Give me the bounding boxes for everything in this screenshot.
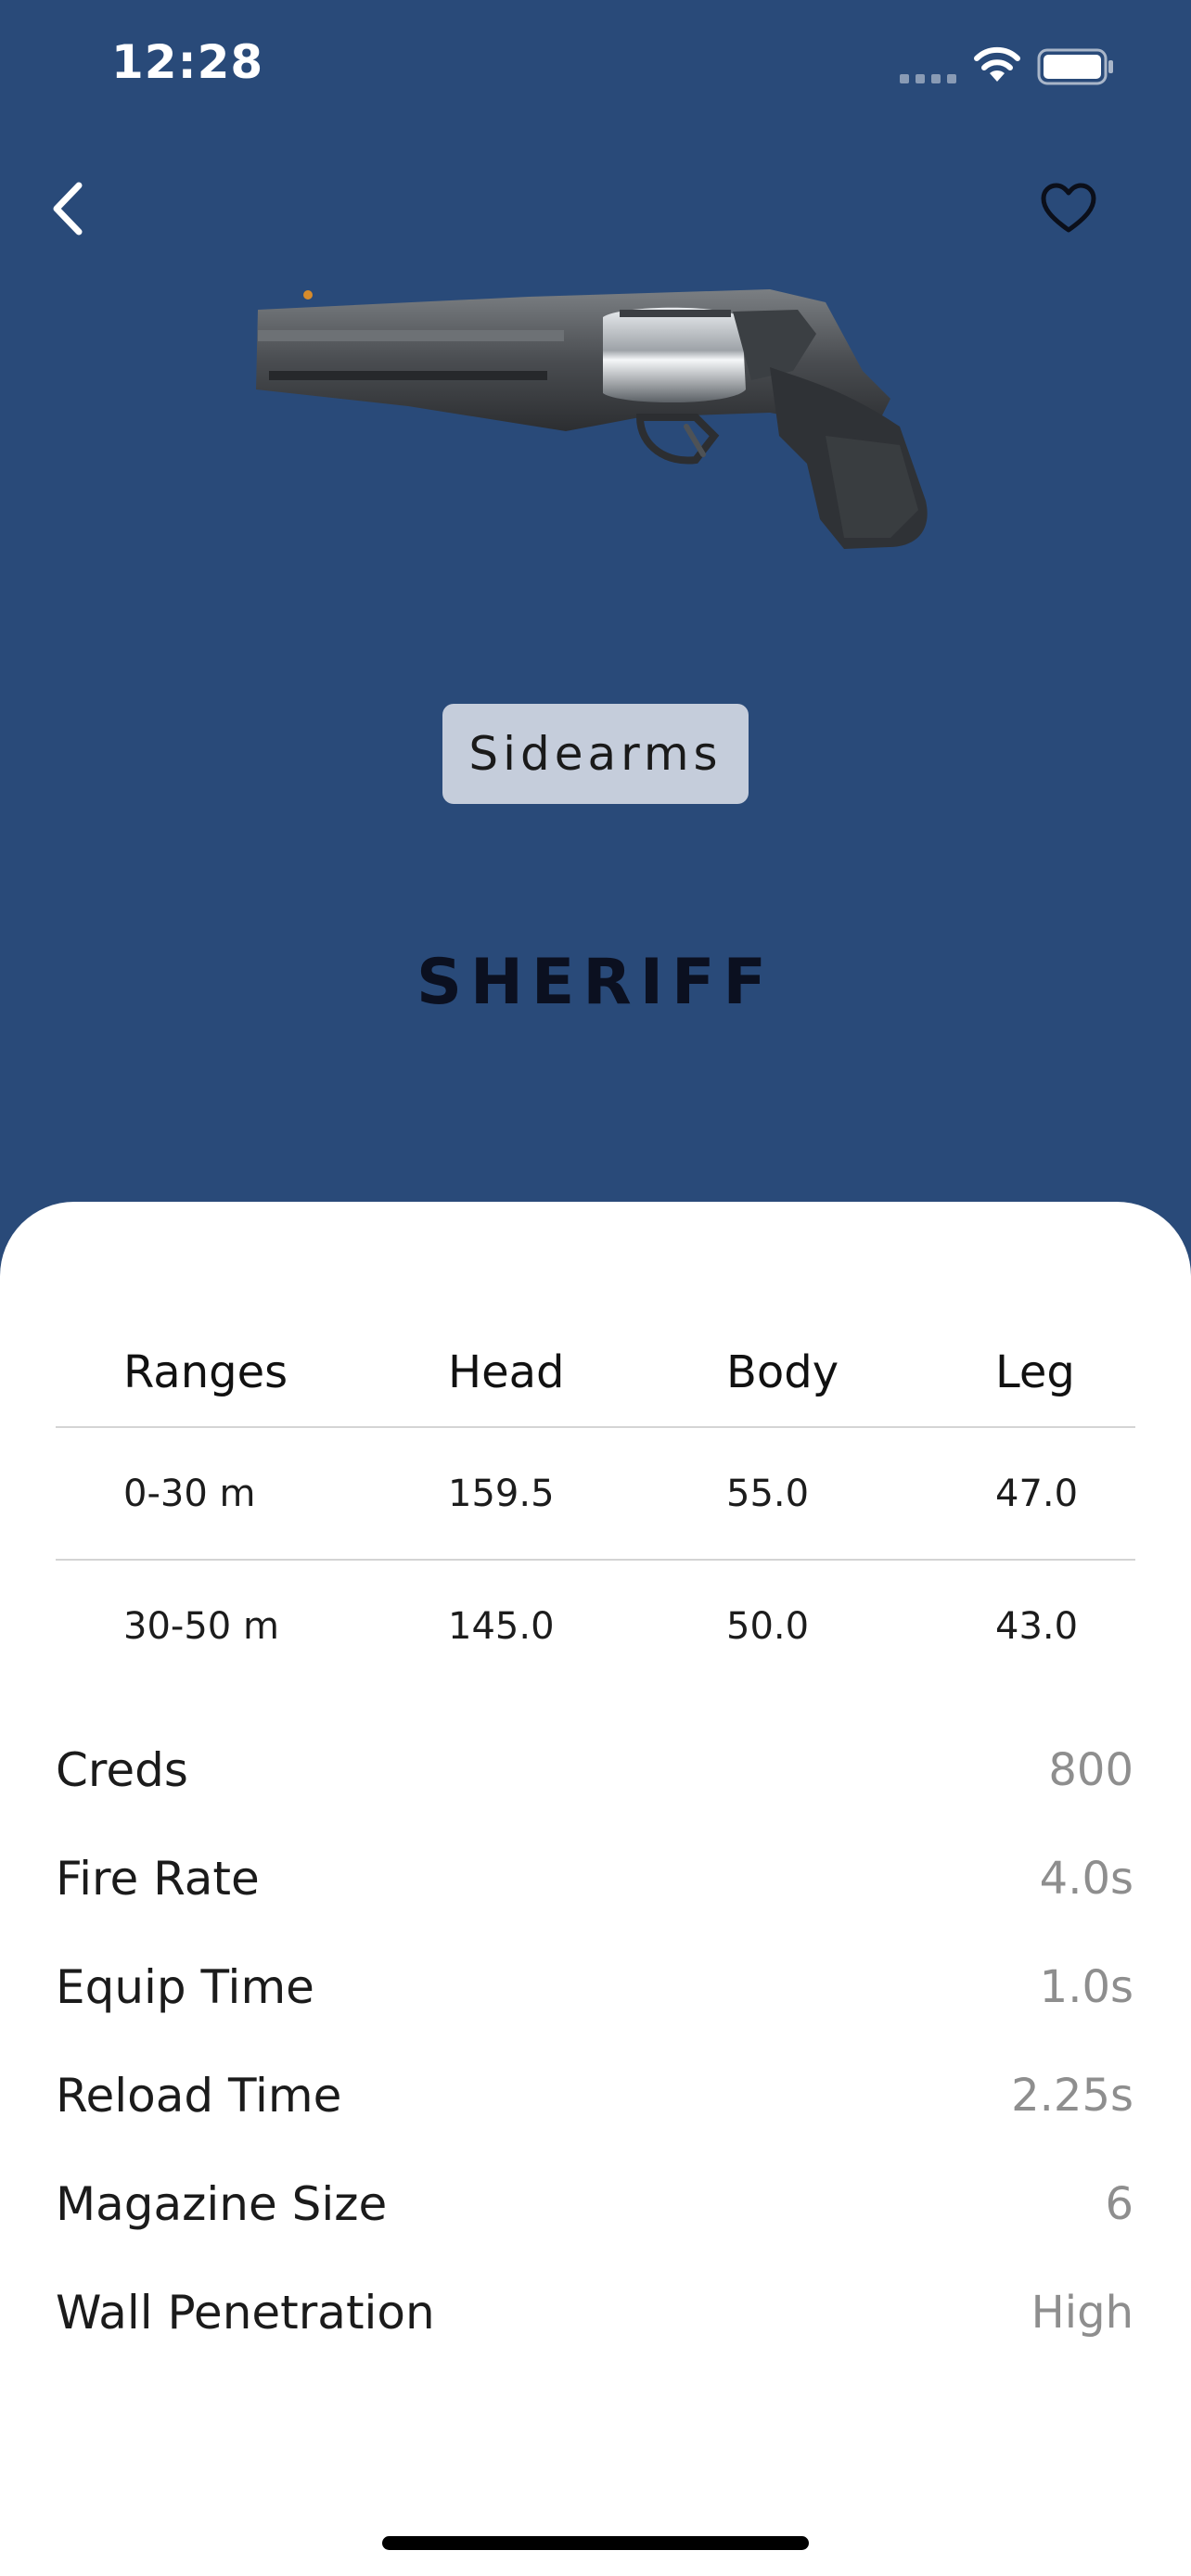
damage-table-header: Ranges Head Body Leg — [56, 1298, 1135, 1428]
range-cell: 30-50 m — [123, 1605, 279, 1648]
leg-damage-cell: 43.0 — [995, 1605, 1079, 1648]
weapon-hero: 12:28 Sidearms SHERIFF — [0, 0, 1191, 1298]
stat-value: 6 — [1105, 2177, 1133, 2230]
body-damage-cell: 55.0 — [726, 1473, 810, 1515]
stat-value: 2.25s — [1011, 2069, 1133, 2122]
stat-value: 800 — [1048, 1743, 1133, 1796]
weapon-stats-list: Creds 800 Fire Rate 4.0s Equip Time 1.0s… — [56, 1715, 1133, 2366]
stat-label: Magazine Size — [56, 2176, 388, 2231]
stat-row-magazine-size: Magazine Size 6 — [56, 2149, 1133, 2258]
stat-value: 1.0s — [1039, 1960, 1133, 2013]
back-button[interactable] — [35, 176, 100, 241]
status-bar: 12:28 — [0, 0, 1191, 130]
battery-icon — [1037, 48, 1113, 85]
stat-row-creds: Creds 800 — [56, 1715, 1133, 1824]
stat-label: Reload Time — [56, 2068, 342, 2123]
home-indicator[interactable] — [382, 2536, 809, 2550]
stat-label: Fire Rate — [56, 1851, 260, 1906]
range-cell: 0-30 m — [123, 1473, 256, 1515]
stat-value: 4.0s — [1039, 1852, 1133, 1905]
leg-damage-cell: 47.0 — [995, 1473, 1079, 1515]
damage-table: Ranges Head Body Leg 0-30 m 159.5 55.0 4… — [56, 1298, 1135, 1693]
status-time: 12:28 — [111, 35, 264, 89]
header-leg: Leg — [995, 1346, 1075, 1398]
table-row: 0-30 m 159.5 55.0 47.0 — [56, 1428, 1135, 1561]
chevron-left-icon — [53, 182, 83, 236]
stat-row-equip-time: Equip Time 1.0s — [56, 1932, 1133, 2041]
head-damage-cell: 145.0 — [448, 1605, 555, 1648]
weapon-name-title: SHERIFF — [416, 946, 775, 1019]
stat-label: Equip Time — [56, 1959, 314, 2014]
header-head: Head — [448, 1346, 565, 1398]
wifi-icon — [974, 46, 1020, 82]
stat-value: High — [1031, 2286, 1133, 2339]
weapon-category-chip: Sidearms — [442, 704, 749, 804]
table-row: 30-50 m 145.0 50.0 43.0 — [56, 1561, 1135, 1693]
stat-row-reload-time: Reload Time 2.25s — [56, 2041, 1133, 2149]
heart-outline-icon — [1041, 183, 1096, 233]
body-damage-cell: 50.0 — [726, 1605, 810, 1648]
stat-row-fire-rate: Fire Rate 4.0s — [56, 1824, 1133, 1932]
header-ranges: Ranges — [123, 1346, 288, 1398]
weapon-details-sheet: Ranges Head Body Leg 0-30 m 159.5 55.0 4… — [0, 1202, 1191, 2576]
sheriff-revolver-image — [256, 289, 928, 549]
head-damage-cell: 159.5 — [448, 1473, 555, 1515]
stat-label: Creds — [56, 1742, 188, 1797]
header-body: Body — [726, 1346, 839, 1398]
stat-label: Wall Penetration — [56, 2285, 435, 2340]
stat-row-wall-penetration: Wall Penetration High — [56, 2258, 1133, 2366]
favorite-button[interactable] — [1031, 176, 1106, 241]
cellular-signal-icon — [900, 74, 956, 83]
